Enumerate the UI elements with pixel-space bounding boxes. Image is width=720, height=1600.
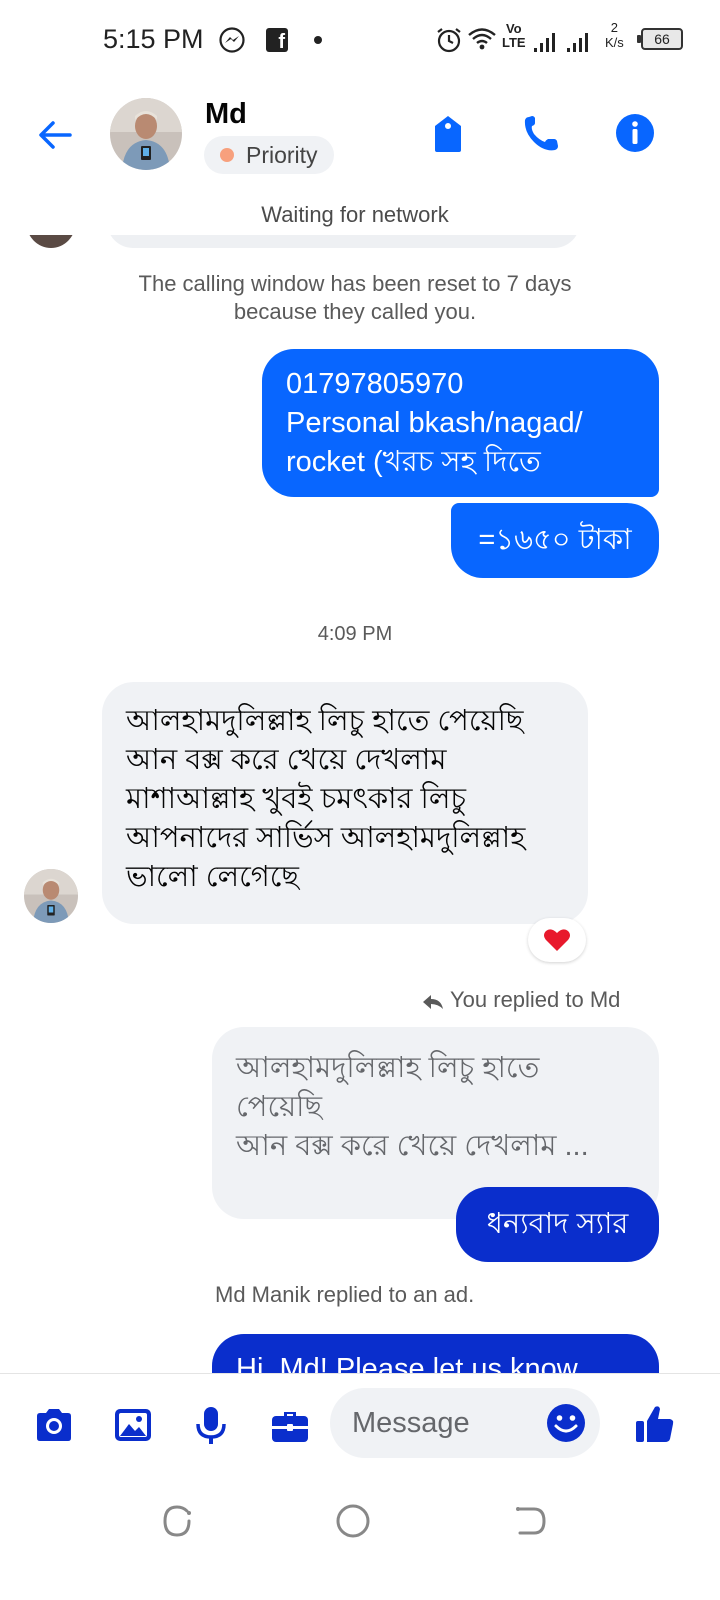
quoted-line-2: পেয়েছি (236, 1091, 323, 1123)
recent-apps-icon[interactable] (157, 1501, 197, 1541)
speed-unit: K/s (605, 35, 624, 50)
reply-message-text: ধন্যবাদ স্যার (486, 1208, 629, 1240)
payment-methods-line: Personal bkash/nagad/ (286, 407, 583, 439)
network-speed: 2 K/s (605, 20, 624, 50)
reply-arrow-icon (423, 995, 443, 1009)
sender-avatar[interactable] (24, 869, 78, 923)
quoted-line-3: আন বক্স করে খেয়ে দেখলাম ... (236, 1130, 589, 1162)
payment-note-line: rocket (খরচ সহ দিতে (286, 446, 541, 478)
conversation-header: Md Priority (0, 80, 720, 200)
home-icon[interactable] (333, 1501, 373, 1541)
outgoing-reply-thanks[interactable]: ধন্যবাদ স্যার (456, 1187, 659, 1262)
emoji-icon[interactable] (546, 1403, 586, 1443)
incoming-message-review[interactable]: আলহামদুলিল্লাহ লিচু হাতে পেয়েছি আন বক্স… (102, 682, 588, 924)
review-line-1: আলহামদুলিল্লাহ লিচু হাতে পেয়েছি (126, 705, 524, 737)
priority-label: Priority (246, 142, 318, 168)
volte-indicator: Vo LTE (502, 22, 526, 50)
review-line-2: আন বক্স করে খেয়ে দেখলাম (126, 744, 447, 776)
calling-window-notice: The calling window has been reset to 7 d… (0, 270, 710, 326)
microphone-icon[interactable] (190, 1404, 232, 1446)
payment-number-line: 01797805970 (286, 368, 464, 400)
back-arrow-icon[interactable] (34, 114, 76, 156)
review-line-5: ভালো লেগেছে (126, 861, 300, 893)
wifi-icon (468, 28, 496, 50)
calling-window-notice-line-2: because they called you. (233, 299, 477, 324)
previous-sender-avatar (26, 235, 76, 248)
signal-strength-icon-2 (567, 33, 588, 52)
volte-bottom-label: LTE (502, 35, 526, 50)
message-thread[interactable]: The calling window has been reset to 7 d… (0, 235, 720, 1373)
facebook-notification-icon: f (266, 28, 288, 52)
tag-icon[interactable] (427, 112, 469, 154)
review-line-3: মাশাআল্লাহ খুবই চমৎকার লিচু (126, 783, 467, 815)
heart-reaction[interactable] (528, 918, 586, 962)
gallery-icon[interactable] (112, 1404, 154, 1446)
briefcase-icon[interactable] (269, 1404, 311, 1446)
status-time: 5:15 PM (103, 24, 204, 54)
outgoing-message-amount[interactable]: =১৬৫০ টাকা (451, 503, 659, 578)
reply-indicator-text: You replied to Md (450, 987, 621, 1012)
camera-icon[interactable] (33, 1404, 75, 1446)
amount-text: =১৬৫০ টাকা (478, 524, 632, 556)
calling-window-notice-line-1: The calling window has been reset to 7 d… (138, 271, 572, 296)
network-status-banner: Waiting for network (261, 202, 449, 227)
audio-call-icon[interactable] (520, 112, 562, 154)
battery-indicator: 66 (637, 28, 683, 50)
like-thumbs-up-icon[interactable] (633, 1402, 677, 1446)
ad-reply-notice: Md Manik replied to an ad. (215, 1282, 475, 1307)
reply-indicator: You replied to Md (422, 987, 620, 1013)
quoted-line-1: আলহামদুলিল্লাহ লিচু হাতে (236, 1052, 540, 1084)
review-line-4: আপনাদের সার্ভিস আলহামদুলিল্লাহ (126, 822, 526, 854)
more-notifications-dot (314, 36, 322, 44)
back-navigation-icon[interactable] (510, 1501, 550, 1541)
previous-message-bubble[interactable] (107, 235, 580, 248)
priority-status-dot (220, 148, 234, 162)
alarm-icon (437, 28, 461, 53)
ad-message-text: Hi, Md! Please let us know (236, 1353, 578, 1373)
heart-icon (544, 929, 570, 951)
signal-strength-icon (534, 33, 555, 52)
volte-top-label: Vo (505, 21, 522, 36)
priority-chip[interactable]: Priority (204, 136, 334, 174)
speed-value: 2 (610, 20, 619, 35)
contact-avatar[interactable] (110, 98, 182, 170)
message-timestamp: 4:09 PM (317, 623, 393, 645)
system-navigation-bar (0, 1473, 720, 1600)
message-composer (0, 1373, 720, 1473)
message-input-container[interactable] (330, 1388, 600, 1458)
status-bar: 5:15 PM f Vo LTE 2 K/s 66 (0, 0, 720, 80)
messenger-notification-icon (219, 27, 245, 53)
message-input[interactable] (352, 1402, 542, 1444)
info-icon[interactable] (614, 112, 656, 154)
contact-name[interactable]: Md (205, 98, 247, 131)
outgoing-message-payment[interactable]: 01797805970 Personal bkash/nagad/ rocket… (262, 349, 659, 497)
outgoing-ad-message[interactable]: Hi, Md! Please let us know (212, 1334, 659, 1373)
